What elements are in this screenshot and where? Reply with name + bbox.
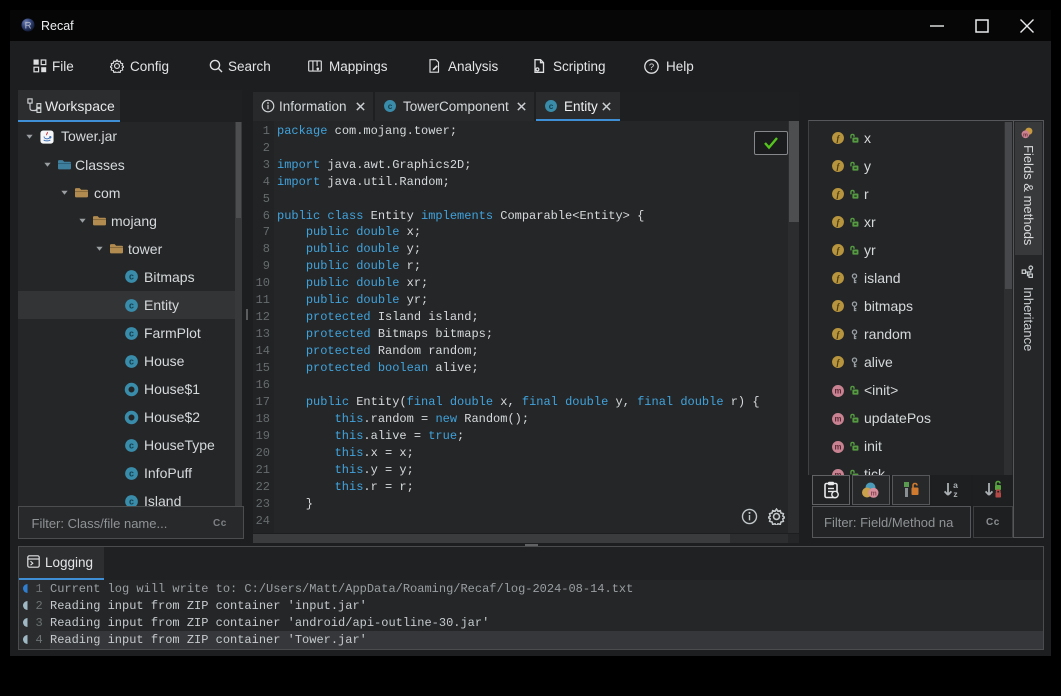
svg-text:m: m <box>1023 133 1028 139</box>
svg-text:?: ? <box>649 62 654 73</box>
svg-text:R: R <box>25 21 32 32</box>
svg-text:m: m <box>870 491 876 498</box>
svg-text:z: z <box>953 489 957 499</box>
